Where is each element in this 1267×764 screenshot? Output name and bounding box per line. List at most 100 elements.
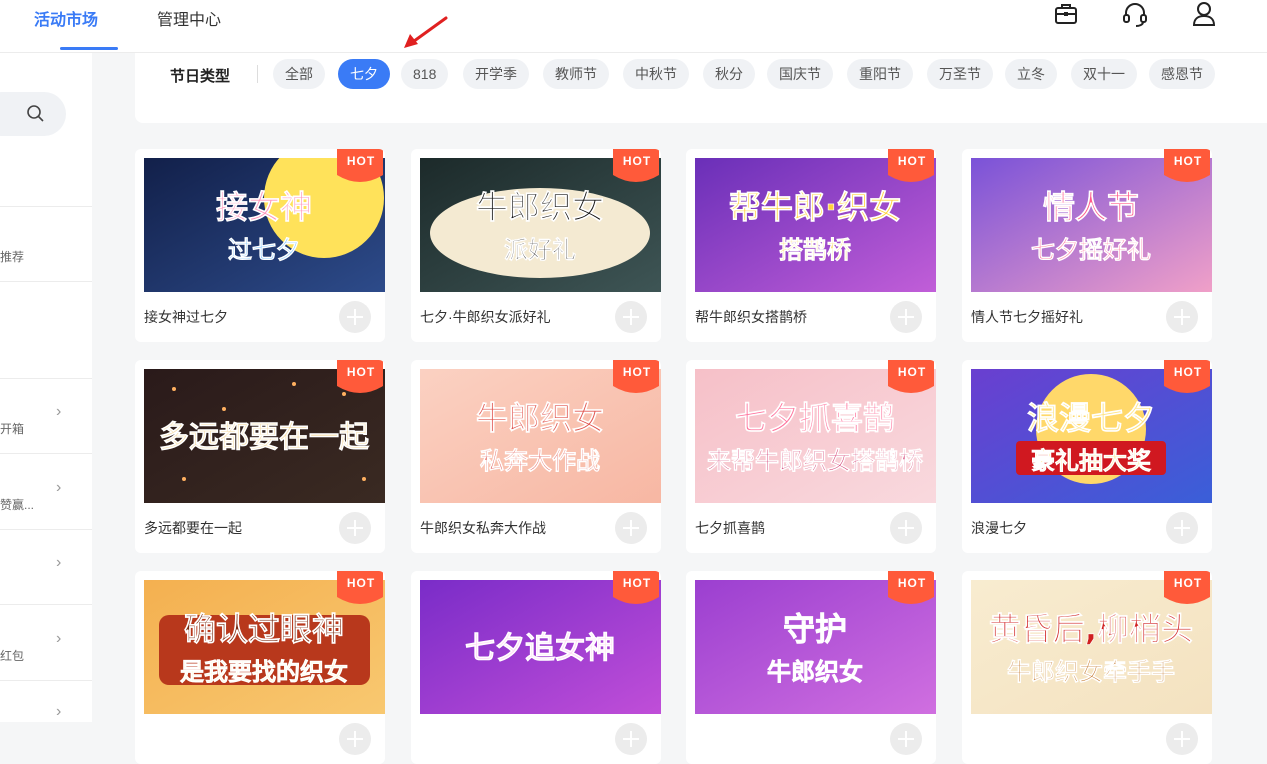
briefcase-icon[interactable] [1052,0,1080,28]
card-title: 七夕·牛郎织女派好礼 [420,309,551,325]
hot-label: HOT [897,576,927,590]
template-card[interactable]: 多远都要在一起 HOT 多远都要在一起 [135,360,385,553]
chevron-right-icon: › [56,554,62,571]
filter-title: 节日类型 [170,68,231,85]
hot-label: HOT [1173,154,1203,168]
chip-double-eleven[interactable]: 双十一 [1071,59,1137,89]
tab-management-center[interactable]: 管理中心 [157,6,221,30]
thumbnail-text: 豪礼抽大奖 [1031,447,1152,475]
add-template-button[interactable] [890,512,922,544]
card-title: 帮牛郎织女搭鹊桥 [695,309,807,325]
thumbnail-text: 黄昏后,柳梢头 [989,610,1193,648]
thumbnail-text: 是我要找的织女 [180,658,348,686]
chevron-right-icon: › [56,403,62,420]
chevron-right-icon: › [56,479,62,496]
template-card[interactable]: 浪漫七夕 豪礼抽大奖 HOT 浪漫七夕 [962,360,1212,553]
thumbnail-text: 情人节 [1043,188,1139,226]
hot-badge: HOT [337,360,383,396]
add-template-button[interactable] [890,723,922,755]
sidebar-item-like-win[interactable]: 赞赢... [0,496,34,513]
add-template-button[interactable] [1166,512,1198,544]
hot-label: HOT [622,365,652,379]
thumbnail-text: 牛郎织女牵手手 [1007,658,1175,686]
hot-badge: HOT [613,149,659,185]
template-card[interactable]: 接女神 过七夕 HOT 接女神过七夕 [135,149,385,342]
template-card[interactable]: 情人节 七夕摇好礼 HOT 情人节七夕摇好礼 [962,149,1212,342]
add-template-button[interactable] [615,512,647,544]
chip-double-ninth[interactable]: 重阳节 [847,59,913,89]
template-card[interactable]: 七夕抓喜鹊 来帮牛郎织女搭鹊桥 HOT 七夕抓喜鹊 [686,360,936,553]
add-template-button[interactable] [615,301,647,333]
thumbnail-text: 接女神 [216,188,312,226]
annotation-arrow [404,16,448,48]
card-title: 多远都要在一起 [144,520,242,536]
add-template-button[interactable] [339,512,371,544]
thumbnail-text: 牛郎织女 [767,658,863,686]
thumbnail-text: 确认过眼神 [184,610,344,648]
add-template-button[interactable] [339,723,371,755]
chip-national-day[interactable]: 国庆节 [767,59,833,89]
tab-activity-market[interactable]: 活动市场 [34,6,98,30]
add-template-button[interactable] [339,301,371,333]
top-nav-bar: 活动市场 管理中心 [0,0,1267,53]
chip-818[interactable]: 818 [401,59,449,89]
thumbnail-text: 派好礼 [504,236,576,264]
hot-badge: HOT [1164,571,1210,607]
chip-qixi[interactable]: 七夕 [338,59,390,89]
sidebar-divider [0,378,92,379]
chip-back-to-school[interactable]: 开学季 [463,59,529,89]
sidebar-item-red-packet[interactable]: 红包 [0,647,24,664]
hot-label: HOT [1173,576,1203,590]
card-title: 情人节七夕摇好礼 [971,309,1083,325]
template-card[interactable]: 帮牛郎·织女搭鹊桥 HOT 帮牛郎织女搭鹊桥 [686,149,936,342]
add-template-button[interactable] [1166,723,1198,755]
card-title: 浪漫七夕 [971,520,1027,536]
thumbnail-text: 搭鹊桥 [779,236,852,264]
sidebar-divider [0,529,92,530]
template-card[interactable]: 牛郎织女 私奔大作战 HOT 牛郎织女私奔大作战 [411,360,661,553]
hot-label: HOT [346,576,376,590]
template-card[interactable]: 黄昏后,柳梢头牛郎织女牵手手 HOT [962,571,1212,764]
template-card[interactable]: 确认过眼神是我要找的织女 HOT [135,571,385,764]
add-template-button[interactable] [615,723,647,755]
chip-mid-autumn[interactable]: 中秋节 [623,59,689,89]
add-template-button[interactable] [1166,301,1198,333]
hot-badge: HOT [888,149,934,185]
thumbnail-text: 牛郎织女 [476,399,604,437]
sidebar-divider [0,680,92,681]
sidebar: 推荐 开箱 › 赞赢... › › 红包 › › [0,53,92,722]
chip-teachers-day[interactable]: 教师节 [543,59,609,89]
chip-start-of-winter[interactable]: 立冬 [1005,59,1057,89]
user-icon[interactable] [1190,0,1218,28]
hot-label: HOT [346,154,376,168]
active-tab-indicator [60,47,118,50]
template-card[interactable]: 七夕追女神 HOT [411,571,661,764]
hot-badge: HOT [613,571,659,607]
sidebar-item-unbox[interactable]: 开箱 [0,420,24,437]
template-card[interactable]: 牛郎织女 派好礼 HOT 七夕·牛郎织女派好礼 [411,149,661,342]
add-template-button[interactable] [890,301,922,333]
sidebar-search-button[interactable] [0,92,66,136]
search-icon [27,105,44,122]
sidebar-divider [0,604,92,605]
thumbnail-text: 浪漫七夕 [1027,399,1155,437]
card-title: 七夕抓喜鹊 [695,520,765,536]
thumbnail-text: 来帮牛郎织女搭鹊桥 [707,447,924,475]
chip-thanksgiving[interactable]: 感恩节 [1149,59,1215,89]
chevron-right-icon: › [56,703,62,720]
festival-filter-panel: 节日类型 全部 七夕 818 开学季 教师节 中秋节 秋分 国庆节 重阳节 万圣… [135,53,1267,123]
sidebar-item-recommend[interactable]: 推荐 [0,248,24,265]
chip-all[interactable]: 全部 [273,59,325,89]
thumbnail-text: 七夕追女神 [465,631,615,666]
template-card[interactable]: 守护 牛郎织女 HOT [686,571,936,764]
card-title: 接女神过七夕 [144,309,228,325]
headset-icon[interactable] [1121,0,1149,28]
hot-badge: HOT [888,360,934,396]
sidebar-divider [0,453,92,454]
chip-halloween[interactable]: 万圣节 [927,59,993,89]
thumbnail-text: 七夕抓喜鹊 [735,399,895,437]
chevron-right-icon: › [56,630,62,647]
thumbnail-text: 帮牛郎·织女 [729,188,901,226]
hot-label: HOT [1173,365,1203,379]
chip-autumn-equinox[interactable]: 秋分 [703,59,755,89]
